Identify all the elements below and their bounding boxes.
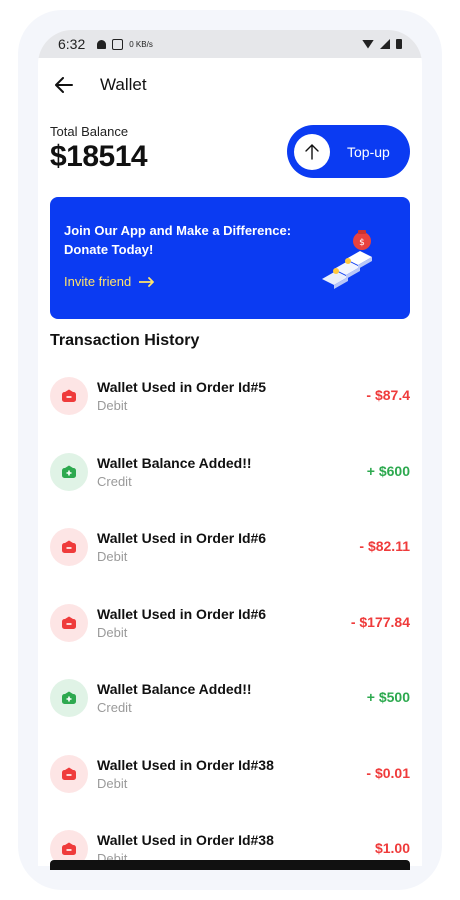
back-button[interactable]	[52, 73, 76, 97]
battery-icon	[396, 39, 402, 49]
transaction-row[interactable]: Wallet Used in Order Id#38 Debit - $0.01	[50, 738, 410, 814]
wallet-minus-icon	[50, 377, 88, 415]
topup-button[interactable]: Top-up	[287, 125, 410, 178]
phone-screen: 6:32 0 KB/s Wallet Total Balance $18514 …	[38, 30, 422, 866]
total-balance-value: $18514	[50, 140, 148, 173]
transaction-amount: - $82.11	[359, 538, 410, 554]
transaction-amount: $1.00	[374, 840, 410, 856]
arrow-right-icon	[139, 276, 155, 287]
app-header: Wallet	[38, 58, 422, 112]
wallet-minus-icon	[50, 754, 88, 793]
total-balance-label: Total Balance	[50, 124, 129, 139]
page-title: Wallet	[100, 75, 147, 94]
arrow-left-icon	[55, 77, 73, 93]
transaction-amount: - $0.01	[366, 764, 410, 781]
svg-text:$: $	[359, 238, 365, 248]
transaction-name: Wallet Balance Added!!	[97, 681, 252, 697]
arrow-up-icon	[305, 143, 319, 160]
transaction-history-title: Transaction History	[50, 332, 200, 349]
transaction-type: Debit	[97, 775, 128, 791]
transaction-name: Wallet Balance Added!!	[97, 454, 252, 471]
invite-friend-link[interactable]: Invite friend	[64, 274, 155, 289]
transaction-type: Credit	[97, 473, 132, 489]
topup-icon-circle	[294, 133, 330, 170]
transaction-row[interactable]: Wallet Used in Order Id#6 Debit - $82.11	[50, 511, 410, 587]
transaction-type: Debit	[97, 549, 128, 564]
transaction-amount: + $500	[366, 689, 410, 705]
banner-headline: Join Our App and Make a Difference: Dona…	[64, 223, 292, 257]
transaction-row[interactable]: Wallet Used in Order Id#38 Debit $1.00	[50, 813, 410, 866]
transaction-row[interactable]: Wallet Used in Order Id#6 Debit - $177.84	[50, 587, 410, 663]
transaction-type: Credit	[97, 700, 132, 715]
invite-friend-label: Invite friend	[64, 274, 132, 289]
notification-icon	[97, 39, 107, 49]
wallet-minus-icon	[50, 603, 88, 642]
donation-stairs-illustration: $	[322, 230, 372, 289]
wallet-minus-icon	[50, 528, 88, 566]
signal-icon	[380, 39, 390, 49]
wallet-plus-icon	[50, 679, 88, 717]
transaction-amount: + $600	[366, 462, 410, 479]
status-time: 6:32	[58, 36, 86, 52]
transaction-name: Wallet Used in Order Id#38	[97, 832, 274, 848]
topup-label: Top-up	[347, 143, 390, 160]
transaction-amount: - $177.84	[350, 613, 410, 630]
phone-bottom-edge	[50, 860, 410, 870]
transaction-list: Wallet Used in Order Id#5 Debit - $87.4 Wal…	[50, 360, 410, 866]
transaction-type: Debit	[97, 624, 128, 640]
screenshot-icon	[112, 38, 124, 50]
transaction-name: Wallet Used in Order Id#6	[97, 605, 267, 622]
transaction-type: Debit	[97, 398, 128, 413]
status-bar: 6:32 0 KB/s	[38, 30, 422, 58]
transaction-name: Wallet Used in Order Id#38	[97, 756, 274, 773]
transaction-row[interactable]: Wallet Balance Added!! Credit + $600	[50, 436, 410, 512]
donate-banner[interactable]: Join Our App and Make a Difference: Dona…	[50, 197, 410, 319]
transaction-row[interactable]: Wallet Used in Order Id#5 Debit - $87.4	[50, 360, 410, 436]
transaction-amount: - $87.4	[366, 387, 410, 403]
transaction-name: Wallet Used in Order Id#6	[97, 530, 267, 546]
transaction-name: Wallet Used in Order Id#5	[97, 379, 267, 395]
wallet-plus-icon	[50, 452, 88, 491]
transaction-row[interactable]: Wallet Balance Added!! Credit + $500	[50, 662, 410, 738]
net-speed: 0 KB/s	[129, 39, 153, 49]
wifi-icon	[362, 39, 374, 49]
